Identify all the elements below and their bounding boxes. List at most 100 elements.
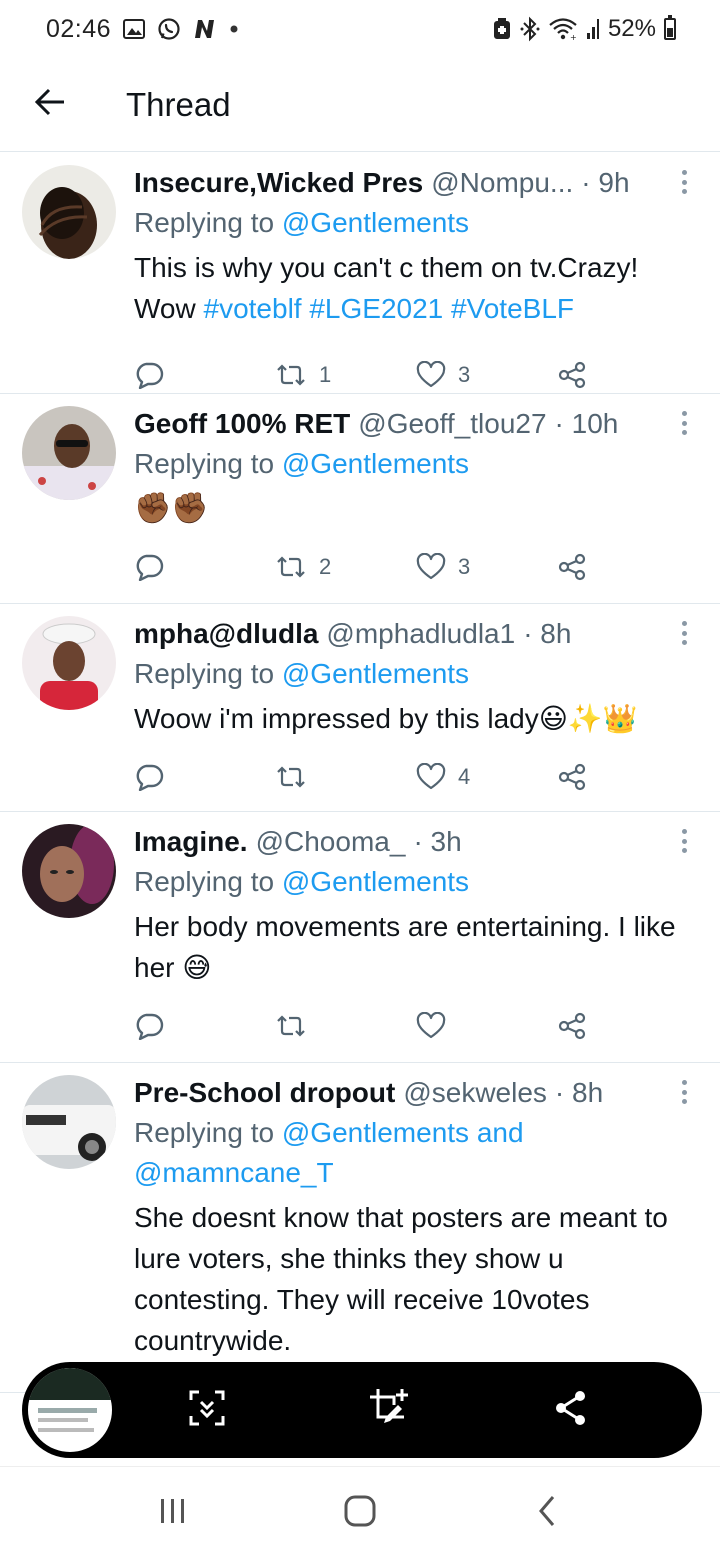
back-button[interactable] (0, 58, 100, 152)
reply-icon (134, 1012, 164, 1040)
tweet-actions (134, 992, 698, 1060)
nav-back-button[interactable] (487, 1474, 607, 1554)
n-app-icon (193, 18, 217, 40)
replying-to: Replying to @Gentlements (134, 444, 698, 484)
author-handle[interactable]: @mphadludla1 (326, 614, 515, 654)
share-icon (557, 1012, 587, 1040)
share-button[interactable] (557, 553, 698, 581)
retweet-button[interactable] (275, 765, 416, 789)
author-name[interactable]: Imagine. (134, 822, 248, 862)
author-name[interactable]: Insecure,Wicked Pres (134, 163, 423, 203)
more-options-button[interactable] (674, 408, 694, 438)
share-button[interactable] (557, 1012, 698, 1040)
tweet-text: This is why you can't c them on tv.Crazy… (134, 247, 698, 329)
like-button[interactable]: 4 (416, 763, 557, 791)
reply-button[interactable] (134, 553, 275, 581)
share-screenshot-button[interactable] (511, 1362, 631, 1458)
reply-icon (134, 553, 164, 581)
author-handle[interactable]: @Chooma_ (256, 822, 406, 862)
wifi-icon: + (548, 17, 578, 41)
author-name[interactable]: Pre-School dropout (134, 1073, 395, 1113)
tweet-text: Woow i'm impressed by this lady😃✨👑 (134, 703, 638, 734)
mention-link[interactable]: @Gentlements and (282, 1117, 524, 1148)
reply-icon (134, 361, 164, 389)
whatsapp-icon (157, 17, 181, 41)
tweet-text: She doesnt know that posters are meant t… (134, 1202, 668, 1356)
tweet-actions: 4 (134, 743, 698, 811)
avatar[interactable] (22, 824, 116, 918)
mention-link[interactable]: @Gentlements (282, 448, 469, 479)
more-options-button[interactable] (674, 618, 694, 648)
scroll-capture-button[interactable] (147, 1362, 267, 1458)
recents-button[interactable] (113, 1474, 233, 1554)
heart-icon (416, 763, 446, 791)
tweet[interactable]: Insecure,Wicked Pres @Nompu... · 9h Repl… (0, 153, 720, 394)
replying-prefix: Replying to (134, 448, 275, 479)
mention-link[interactable]: @mamncane_T (134, 1153, 698, 1193)
replying-to: Replying to @Gentlements (134, 203, 698, 243)
author-handle[interactable]: @Nompu... (431, 163, 573, 203)
share-icon (557, 553, 587, 581)
crop-edit-icon (368, 1387, 410, 1434)
tweet-text-prefix: Wow (134, 293, 196, 324)
replying-prefix: Replying to (134, 658, 275, 689)
avatar[interactable] (22, 165, 116, 259)
battery-percent: 52% (607, 15, 656, 42)
author-name[interactable]: mpha@dludla (134, 614, 318, 654)
system-nav-bar (0, 1466, 720, 1560)
tweet-text: ✊🏾✊🏾 (134, 491, 209, 526)
tweet[interactable]: mpha@dludla @mphadludla1 · 8h Replying t… (0, 604, 720, 812)
like-button[interactable]: 3 (416, 553, 557, 581)
tweet-time: · 10h (554, 408, 619, 439)
retweet-icon (275, 555, 307, 579)
heart-icon (416, 553, 446, 581)
bluetooth-icon (520, 16, 540, 42)
reply-button[interactable] (134, 361, 275, 389)
author-handle[interactable]: @sekweles (403, 1073, 547, 1113)
author-name[interactable]: Geoff 100% RET (134, 404, 350, 444)
retweet-button[interactable]: 1 (275, 362, 416, 388)
signal-icon (586, 17, 600, 41)
hashtag-link[interactable]: #voteblf (204, 293, 302, 324)
crop-edit-button[interactable] (329, 1362, 449, 1458)
screenshot-thumbnail[interactable] (24, 1364, 116, 1456)
author-handle[interactable]: @Geoff_tlou27 (358, 404, 546, 444)
more-options-button[interactable] (674, 826, 694, 856)
reply-button[interactable] (134, 763, 275, 791)
tweet-time: · 9h (581, 167, 630, 198)
hashtag-link[interactable]: #LGE2021 (309, 293, 443, 324)
retweet-button[interactable]: 2 (275, 554, 416, 580)
mention-link[interactable]: @Gentlements (282, 658, 469, 689)
share-icon (557, 763, 587, 791)
like-button[interactable]: 3 (416, 361, 557, 389)
avatar[interactable] (22, 1075, 116, 1169)
like-button[interactable] (416, 1012, 557, 1040)
home-button[interactable] (300, 1474, 420, 1554)
retweet-icon (275, 1014, 307, 1038)
share-button[interactable] (557, 361, 698, 389)
avatar[interactable] (22, 406, 116, 500)
thread-feed[interactable]: Insecure,Wicked Pres @Nompu... · 9h Repl… (0, 153, 720, 1393)
retweet-count: 1 (319, 362, 332, 387)
more-options-button[interactable] (674, 167, 694, 197)
tweet[interactable]: Imagine. @Chooma_ · 3h Replying to @Gent… (0, 812, 720, 1063)
tweet[interactable]: Geoff 100% RET @Geoff_tlou27 · 10h Reply… (0, 394, 720, 604)
avatar[interactable] (22, 616, 116, 710)
back-icon (537, 1495, 557, 1532)
recents-icon (159, 1497, 187, 1530)
tweet-time: · 8h (523, 618, 572, 649)
home-icon (344, 1495, 376, 1532)
mention-link[interactable]: @Gentlements (282, 207, 469, 238)
mention-link[interactable]: @Gentlements (282, 866, 469, 897)
replying-to: Replying to @Gentlements (134, 862, 698, 902)
more-options-button[interactable] (674, 1077, 694, 1107)
share-button[interactable] (557, 763, 698, 791)
hashtag-link[interactable]: #VoteBLF (451, 293, 574, 324)
retweet-button[interactable] (275, 1014, 416, 1038)
tweet[interactable]: Pre-School dropout @sekweles · 8h Replyi… (0, 1063, 720, 1393)
tweet-actions: 2 3 (134, 533, 698, 601)
replying-prefix: Replying to (134, 1117, 275, 1148)
like-count: 3 (458, 554, 471, 579)
reply-button[interactable] (134, 1012, 275, 1040)
status-bar: 02:46 + 52% (0, 0, 720, 58)
